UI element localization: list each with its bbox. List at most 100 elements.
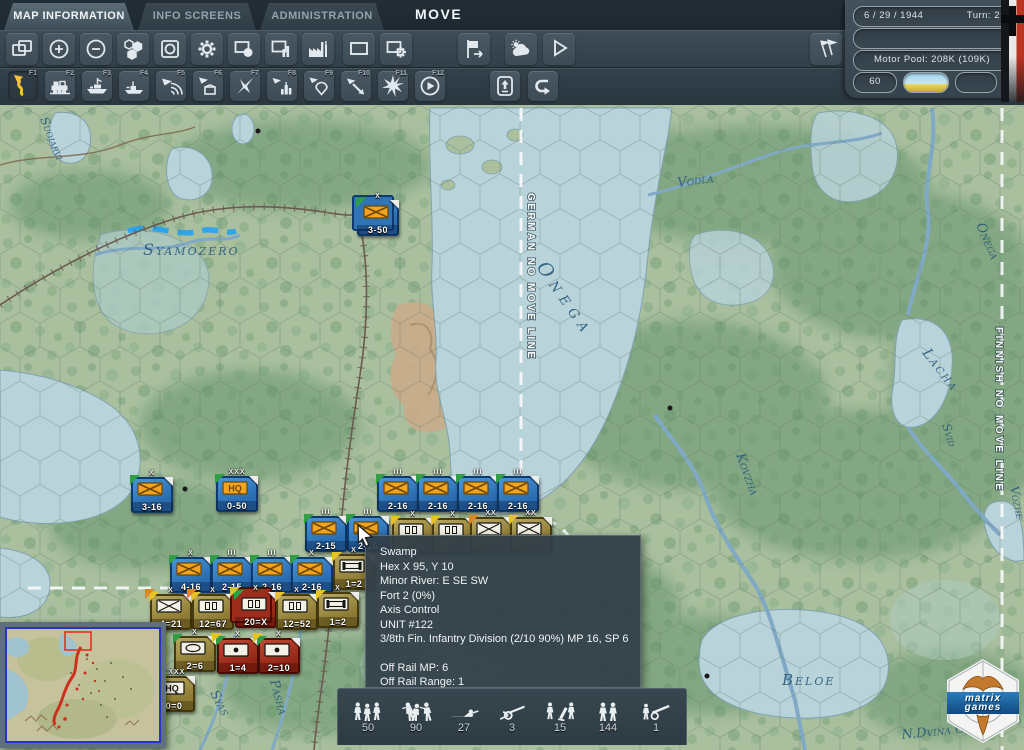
unit-composition-panel: 50 90 27 3 15 144 1	[337, 688, 687, 745]
stat-riflemen: 144	[585, 701, 631, 734]
f9-airborne-drop-button[interactable]: F9	[304, 71, 334, 101]
f8-strategic-bombing-button[interactable]: F8	[267, 71, 297, 101]
paradrop-icon	[307, 74, 331, 98]
unit-counter[interactable]: X12=52	[276, 594, 318, 630]
hex-info-tooltip: Swamp Hex X 95, Y 10 Minor River: E SE S…	[365, 535, 641, 688]
tooltip-hex-coords: Hex X 95, Y 10	[380, 560, 640, 575]
unit-counter[interactable]: X2=10	[258, 638, 300, 674]
events-button[interactable]	[543, 33, 575, 65]
zoom-in-button[interactable]	[43, 33, 75, 65]
unit-type-symbol	[198, 599, 224, 613]
unit-type-symbol	[323, 597, 349, 611]
play-flag-icon	[547, 37, 571, 61]
weather-indicator	[903, 72, 949, 93]
stat-mortar-team: 15	[537, 701, 583, 734]
tab-administration[interactable]: ADMINISTRATION	[260, 3, 384, 30]
victory-flags-button[interactable]	[810, 33, 842, 65]
hex-overlay-button[interactable]	[117, 33, 149, 65]
weather-button[interactable]	[505, 33, 537, 65]
attack-plane-icon	[233, 74, 257, 98]
f7-ground-attack-button[interactable]: F7	[230, 71, 260, 101]
unit-counter[interactable]: X1=2	[317, 592, 359, 628]
empty-display	[853, 28, 1011, 49]
objectives-button[interactable]	[458, 33, 490, 65]
window-circle-icon	[232, 37, 256, 61]
mortar-team-icon	[542, 701, 578, 721]
unit-counter[interactable]: III2-16	[497, 476, 539, 512]
unit-type-symbol	[383, 481, 409, 495]
svg-text:HQ: HQ	[165, 684, 179, 694]
unit-counter[interactable]: X1=4	[217, 638, 259, 674]
stacking-view-button[interactable]	[6, 33, 38, 65]
stat-artillery: 1	[633, 701, 679, 734]
map-preferences-button[interactable]	[380, 33, 412, 65]
anti-tank-gun-icon	[494, 701, 530, 721]
unit-counter[interactable]: III2-16	[377, 476, 419, 512]
entrain-button[interactable]	[490, 71, 520, 101]
rail-transport-icon	[48, 74, 72, 98]
factory-icon	[306, 37, 330, 61]
zoom-out-button[interactable]	[80, 33, 112, 65]
counter-fold-icon	[350, 592, 359, 601]
german-flag	[1001, 0, 1024, 102]
f5-air-recon-button[interactable]: F5	[156, 71, 186, 101]
stat-infantry-squads: 50	[345, 701, 391, 734]
f11-bombing-button[interactable]: F11	[378, 71, 408, 101]
counter-fold-icon	[249, 476, 258, 485]
unit-type-symbol	[217, 562, 243, 576]
factory-display-button[interactable]	[302, 33, 334, 65]
unit-type-symbol	[297, 562, 323, 576]
jump-to-hex-button[interactable]	[154, 33, 186, 65]
mouse-cursor	[357, 524, 379, 548]
tab-info-screens[interactable]: INFO SCREENS	[138, 3, 256, 30]
minimap[interactable]	[0, 622, 166, 748]
counter-display-button[interactable]	[228, 33, 260, 65]
date-value: 6 / 29 / 1944	[864, 7, 923, 26]
f6-air-supply-button[interactable]: F6	[193, 71, 223, 101]
unit-counter[interactable]: X12=67	[192, 594, 234, 630]
layers-icon	[10, 37, 34, 61]
unit-counter[interactable]: III2-16	[457, 476, 499, 512]
tab-map-information[interactable]: MAP INFORMATION	[4, 3, 134, 30]
unit-counter[interactable]: X3-50	[357, 200, 399, 236]
f12-auto-air-button[interactable]: F12	[415, 71, 445, 101]
circle-play-icon	[418, 74, 442, 98]
machine-gun-icon	[446, 701, 482, 721]
f3-naval-transport-button[interactable]: F3	[82, 71, 112, 101]
empty-display-2	[955, 72, 997, 93]
unit-type-symbol	[282, 599, 308, 613]
unit-type-symbol	[264, 643, 290, 657]
unit-type-symbol	[176, 562, 202, 576]
unit-counter[interactable]: X3-16	[131, 477, 173, 513]
settings-button[interactable]	[191, 33, 223, 65]
date-turn-display: 6 / 29 / 1944 Turn: 2	[853, 6, 1011, 27]
riflemen-icon	[590, 701, 626, 721]
weather-icon	[509, 37, 533, 61]
stat-machine-gun: 27	[441, 701, 487, 734]
status-marker-icon	[145, 589, 155, 599]
unit-counter[interactable]: X20=X	[235, 592, 277, 628]
f1-move-mode-button[interactable]: F1	[8, 71, 38, 101]
unit-type-symbol	[339, 559, 365, 573]
counter-fold-icon	[530, 476, 539, 485]
unit-counter[interactable]: XXXHQ0-50	[216, 476, 258, 512]
minimap-content	[7, 629, 159, 741]
frame-toggle-button[interactable]	[343, 33, 375, 65]
flag-arrow-icon	[462, 37, 486, 61]
unit-type-symbol	[156, 599, 182, 613]
tooltip-terrain: Swamp	[380, 545, 640, 560]
map-overlay-button[interactable]	[265, 33, 297, 65]
undo-move-button[interactable]	[528, 71, 558, 101]
label-finnish-no-move-line: FINNISH NO MOVE LINE	[993, 327, 1004, 493]
unit-counter[interactable]: III2-16	[417, 476, 459, 512]
f4-amphibious-button[interactable]: F4	[119, 71, 149, 101]
f10-air-transfer-button[interactable]: F10	[341, 71, 371, 101]
turn-value: Turn: 2	[967, 7, 1000, 26]
city-bombing-icon	[270, 74, 294, 98]
f2-rail-mode-button[interactable]: F2	[45, 71, 75, 101]
tooltip-unit-desc: 3/8th Fin. Infantry Division (2/10 90%) …	[380, 632, 640, 647]
matrix-games-logo: matrix games	[947, 659, 1019, 743]
game-window: { "tabs": { "map_information": "MAP INFO…	[0, 0, 1024, 750]
unit-counter[interactable]: X2=6	[174, 636, 216, 672]
logo-band: matrix games	[947, 692, 1019, 714]
